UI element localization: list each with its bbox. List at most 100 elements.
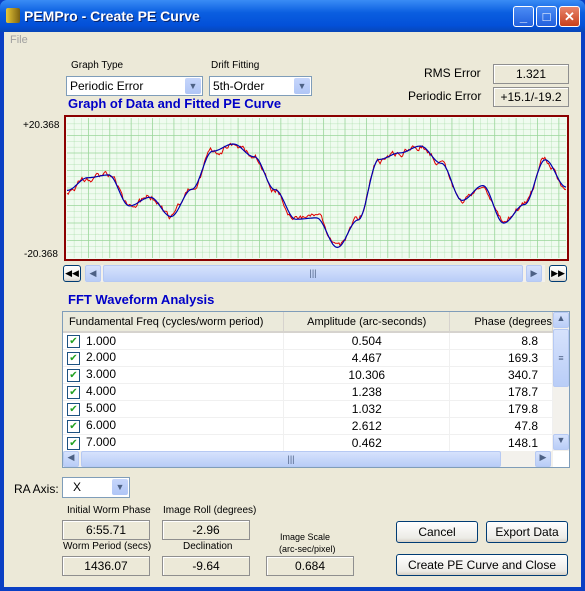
scroll-right-icon[interactable]: ▶	[526, 265, 542, 282]
scroll-thumb[interactable]: |||	[81, 451, 501, 467]
table-row[interactable]: ✔ 5.000 1.032 179.8	[63, 400, 553, 418]
app-icon	[6, 8, 20, 23]
rms-error-label: RMS Error	[424, 66, 481, 80]
declination-value: -9.64	[162, 556, 250, 576]
graph-type-label: Graph Type	[71, 60, 124, 71]
initial-worm-phase-value: 6:55.71	[62, 520, 150, 540]
row-checkbox[interactable]: ✔	[67, 436, 80, 450]
freq-value: 5.000	[86, 401, 117, 416]
drift-fitting-label: Drift Fitting	[211, 60, 260, 71]
scroll-to-start-button[interactable]: ◀◀	[63, 265, 81, 282]
phase-cell: 47.8	[449, 417, 553, 435]
phase-cell: 340.7	[449, 366, 553, 384]
table-row[interactable]: ✔ 7.000 0.462 148.1	[63, 434, 553, 452]
image-scale-label: Image Scale	[280, 532, 331, 542]
graph-type-value: Periodic Error	[70, 79, 144, 93]
pe-graph	[64, 115, 569, 261]
scroll-to-end-button[interactable]: ▶▶	[549, 265, 567, 282]
scroll-left-icon[interactable]: ◀	[63, 451, 79, 467]
row-checkbox[interactable]: ✔	[67, 419, 80, 433]
periodic-error-value: +15.1/-19.2	[493, 87, 569, 107]
graph-type-select[interactable]: Periodic Error ▼	[66, 76, 203, 96]
image-roll-label: Image Roll (degrees)	[163, 505, 257, 516]
phase-cell: 169.3	[449, 349, 553, 367]
phase-cell: 8.8	[449, 332, 553, 350]
y-min-label: -20.368	[24, 249, 58, 260]
declination-label: Declination	[183, 541, 233, 552]
freq-cell: ✔ 5.000	[63, 400, 285, 418]
freq-value: 7.000	[86, 435, 117, 450]
ra-axis-value: X	[73, 480, 82, 494]
freq-value: 2.000	[86, 350, 117, 365]
chevron-down-icon[interactable]: ▼	[294, 78, 310, 94]
rms-error-value: 1.321	[493, 64, 569, 84]
fft-horizontal-scrollbar[interactable]: ◀ ||| ▶	[63, 451, 553, 467]
worm-period-value: 1436.07	[62, 556, 150, 576]
scroll-up-icon[interactable]: ▲	[553, 312, 569, 328]
freq-value: 1.000	[86, 333, 117, 348]
freq-cell: ✔ 3.000	[63, 366, 285, 384]
cancel-button[interactable]: Cancel	[396, 521, 478, 543]
window-title: PEMPro - Create PE Curve	[24, 8, 200, 24]
scroll-thumb[interactable]: ≡	[553, 329, 569, 387]
ra-axis-select[interactable]: X ▼	[62, 477, 130, 498]
graph-title: Graph of Data and Fitted PE Curve	[68, 96, 282, 111]
col-phase-header[interactable]: Phase (degrees	[449, 312, 553, 333]
freq-cell: ✔ 7.000	[63, 434, 285, 452]
amp-cell: 4.467	[283, 349, 451, 367]
graph-horizontal-scrollbar[interactable]: ◀ ||| ▶	[85, 265, 545, 282]
phase-cell: 148.1	[449, 434, 553, 452]
drift-fitting-select[interactable]: 5th-Order ▼	[209, 76, 312, 96]
scroll-down-icon[interactable]: ▼	[553, 434, 569, 450]
export-data-button[interactable]: Export Data	[486, 521, 568, 543]
row-checkbox[interactable]: ✔	[67, 368, 80, 382]
col-amp-header[interactable]: Amplitude (arc-seconds)	[283, 312, 451, 333]
worm-period-label: Worm Period (secs)	[63, 541, 152, 552]
scroll-right-icon[interactable]: ▶	[535, 451, 551, 467]
amp-cell: 2.612	[283, 417, 451, 435]
title-bar: PEMPro - Create PE Curve _ □ ✕	[0, 0, 585, 32]
menu-file[interactable]: File	[10, 34, 28, 46]
image-scale-value: 0.684	[266, 556, 354, 576]
periodic-error-label: Periodic Error	[408, 89, 482, 103]
amp-cell: 10.306	[283, 366, 451, 384]
fft-title: FFT Waveform Analysis	[68, 292, 215, 307]
chevron-down-icon[interactable]: ▼	[185, 78, 201, 94]
ra-axis-label: RA Axis:	[14, 482, 59, 496]
chevron-down-icon[interactable]: ▼	[112, 479, 128, 495]
fft-grid: Fundamental Freq (cycles/worm period) Am…	[63, 312, 553, 452]
fft-table: Fundamental Freq (cycles/worm period) Am…	[62, 311, 570, 468]
initial-worm-phase-label: Initial Worm Phase	[67, 505, 151, 516]
phase-cell: 178.7	[449, 383, 553, 401]
freq-value: 4.000	[86, 384, 117, 399]
freq-cell: ✔ 4.000	[63, 383, 285, 401]
col-freq-header[interactable]: Fundamental Freq (cycles/worm period)	[63, 312, 285, 333]
phase-cell: 179.8	[449, 400, 553, 418]
fft-vertical-scrollbar[interactable]: ▲ ≡ ▼	[553, 312, 569, 451]
drift-fitting-value: 5th-Order	[213, 79, 265, 93]
table-row[interactable]: ✔ 6.000 2.612 47.8	[63, 417, 553, 435]
freq-value: 6.000	[86, 418, 117, 433]
amp-cell: 1.032	[283, 400, 451, 418]
row-checkbox[interactable]: ✔	[67, 351, 80, 365]
close-button[interactable]: ✕	[559, 6, 580, 27]
image-scale-unit-label: (arc-sec/pixel)	[279, 544, 336, 554]
freq-cell: ✔ 6.000	[63, 417, 285, 435]
scroll-thumb[interactable]: |||	[103, 265, 523, 282]
table-row[interactable]: ✔ 3.000 10.306 340.7	[63, 366, 553, 384]
table-row[interactable]: ✔ 1.000 0.504 8.8	[63, 332, 553, 350]
row-checkbox[interactable]: ✔	[67, 334, 80, 348]
amp-cell: 1.238	[283, 383, 451, 401]
y-max-label: +20.368	[23, 120, 60, 131]
image-roll-value: -2.96	[162, 520, 250, 540]
amp-cell: 0.504	[283, 332, 451, 350]
create-pe-curve-button[interactable]: Create PE Curve and Close	[396, 554, 568, 576]
row-checkbox[interactable]: ✔	[67, 402, 80, 416]
row-checkbox[interactable]: ✔	[67, 385, 80, 399]
scroll-left-icon[interactable]: ◀	[85, 265, 101, 282]
maximize-button[interactable]: □	[536, 6, 557, 27]
table-row[interactable]: ✔ 2.000 4.467 169.3	[63, 349, 553, 367]
table-row[interactable]: ✔ 4.000 1.238 178.7	[63, 383, 553, 401]
minimize-button[interactable]: _	[513, 6, 534, 27]
freq-cell: ✔ 1.000	[63, 332, 285, 350]
